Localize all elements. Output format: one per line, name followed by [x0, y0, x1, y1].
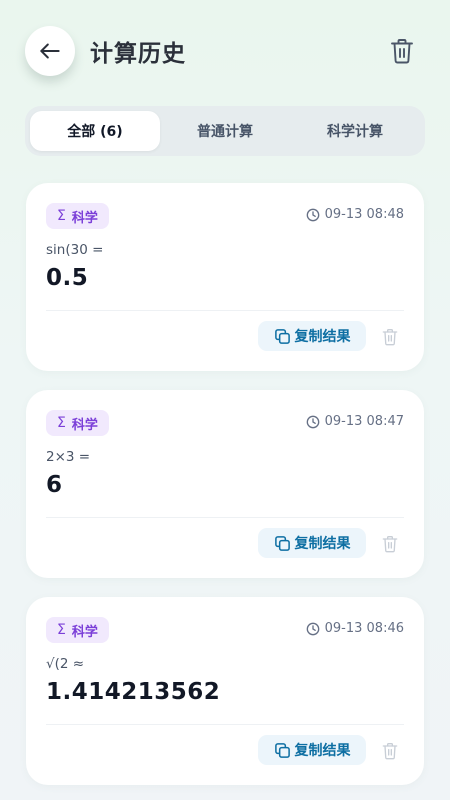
filter-tabs: 全部 (6) 普通计算 科学计算: [25, 106, 425, 156]
type-label: 科学: [71, 417, 98, 433]
sigma-icon: Σ: [57, 208, 66, 224]
copy-label: 复制结果: [294, 536, 351, 552]
tab-scientific[interactable]: 科学计算: [290, 111, 420, 151]
timestamp-text: 09-13 08:48: [324, 207, 404, 222]
clock-icon: [306, 622, 319, 635]
divider: [46, 517, 404, 518]
copy-result-button[interactable]: 复制结果: [258, 321, 366, 351]
timestamp: 09-13 08:47: [306, 414, 404, 429]
delete-item-button[interactable]: [381, 741, 399, 760]
delete-item-button[interactable]: [381, 534, 399, 553]
page-title: 计算历史: [90, 41, 186, 67]
trash-icon: [382, 742, 398, 759]
expression: 2×3 =: [46, 449, 91, 465]
type-badge: Σ 科学: [46, 410, 109, 436]
clear-history-button[interactable]: [390, 38, 414, 64]
sigma-icon: Σ: [57, 622, 66, 638]
back-button[interactable]: [25, 26, 75, 76]
type-badge: Σ 科学: [46, 203, 109, 229]
app-header: 计算历史: [0, 0, 450, 100]
tab-all[interactable]: 全部 (6): [30, 111, 160, 151]
result-value: 6: [46, 472, 63, 498]
sigma-icon: Σ: [57, 415, 66, 431]
trash-icon: [382, 328, 398, 345]
type-label: 科学: [71, 624, 98, 640]
copy-icon: [274, 742, 290, 758]
divider: [46, 724, 404, 725]
expression: √(2 ≈: [46, 656, 85, 672]
timestamp: 09-13 08:48: [306, 207, 404, 222]
trash-icon: [382, 535, 398, 552]
copy-icon: [274, 328, 290, 344]
history-card: Σ 科学 09-13 08:47 2×3 = 6 复制结果: [26, 390, 424, 578]
result-value: 0.5: [46, 265, 89, 291]
copy-result-button[interactable]: 复制结果: [258, 528, 366, 558]
timestamp-text: 09-13 08:47: [324, 414, 404, 429]
copy-icon: [274, 535, 290, 551]
arrow-left-icon: [40, 43, 60, 59]
timestamp: 09-13 08:46: [306, 621, 404, 636]
type-label: 科学: [71, 210, 98, 226]
copy-label: 复制结果: [294, 329, 351, 345]
result-value: 1.414213562: [46, 679, 221, 705]
delete-item-button[interactable]: [381, 327, 399, 346]
tab-basic[interactable]: 普通计算: [160, 111, 290, 151]
divider: [46, 310, 404, 311]
expression: sin(30 =: [46, 242, 104, 258]
clock-icon: [306, 415, 319, 428]
copy-label: 复制结果: [294, 743, 351, 759]
trash-icon: [391, 39, 413, 64]
copy-result-button[interactable]: 复制结果: [258, 735, 366, 765]
type-badge: Σ 科学: [46, 617, 109, 643]
timestamp-text: 09-13 08:46: [324, 621, 404, 636]
history-card: Σ 科学 09-13 08:46 √(2 ≈ 1.414213562 复制结果: [26, 597, 424, 785]
clock-icon: [306, 208, 319, 221]
history-card: Σ 科学 09-13 08:48 sin(30 = 0.5 复制结果: [26, 183, 424, 371]
